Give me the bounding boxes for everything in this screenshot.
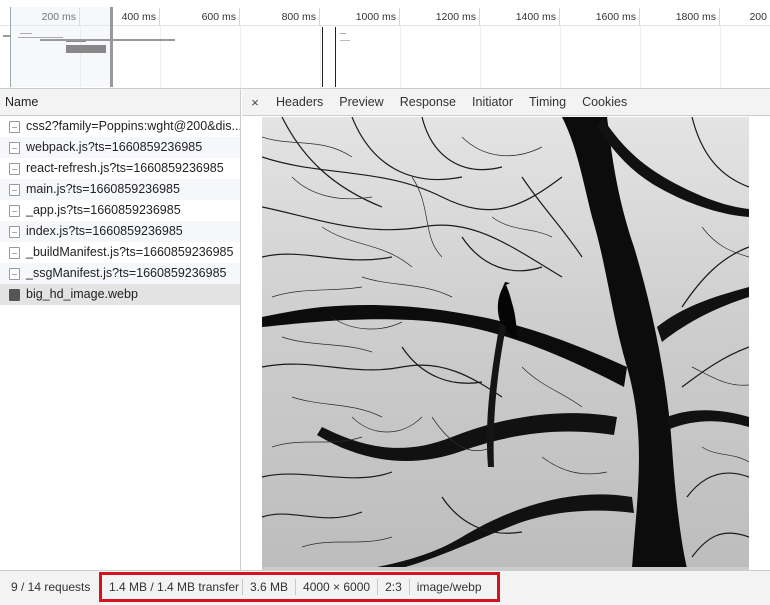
waterfall-bar [340,40,350,41]
request-name: _buildManifest.js?ts=1660859236985 [26,245,234,259]
network-overview-timeline[interactable]: 200 ms 400 ms 600 ms 800 ms 1000 ms 1200… [0,0,770,89]
request-name: index.js?ts=1660859236985 [26,224,183,238]
tick-label: 1200 ms [400,8,480,26]
waterfall-bar [18,37,63,38]
request-name: _app.js?ts=1660859236985 [26,203,181,217]
aspect-ratio: 2:3 [378,579,410,595]
request-row[interactable]: css2?family=Poppins:wght@200&dis... [0,116,240,137]
tick-label: 1600 ms [560,8,640,26]
grid-line [640,26,641,88]
tick-label: 800 ms [240,8,320,26]
request-row[interactable]: index.js?ts=1660859236985 [0,221,240,242]
mime-type: image/webp [416,580,482,594]
image-dimensions: 4000 × 6000 [296,579,379,595]
transferred-size: 1.4 MB / 1.4 MB transfer [102,579,243,595]
request-name: _ssgManifest.js?ts=1660859236985 [26,266,227,280]
request-name: main.js?ts=1660859236985 [26,182,180,196]
file-icon [9,163,20,175]
waterfall-bar [340,33,346,34]
timeline-ruler: 200 ms 400 ms 600 ms 800 ms 1000 ms 1200… [0,8,770,26]
load-event-line [335,27,336,87]
image-preview [262,117,749,568]
waterfall-bar [3,35,11,37]
request-count: 9 / 14 requests [11,580,91,594]
status-bar: 9 / 14 requests 1.4 MB / 1.4 MB transfer… [0,570,770,605]
grid-line [320,26,321,88]
request-name: react-refresh.js?ts=1660859236985 [26,161,224,175]
tick-label: 1800 ms [640,8,720,26]
close-icon[interactable]: × [242,95,268,110]
tree-silhouette-image [262,117,749,568]
tick-label: 200 [749,11,767,23]
file-icon [9,142,20,154]
request-row[interactable]: webpack.js?ts=1660859236985 [0,137,240,158]
request-row[interactable]: _buildManifest.js?ts=1660859236985 [0,242,240,263]
tick-label: 1000 ms [320,8,400,26]
request-row[interactable]: react-refresh.js?ts=1660859236985 [0,158,240,179]
tab-timing[interactable]: Timing [521,89,574,116]
grid-line [160,26,161,88]
request-name: css2?family=Poppins:wght@200&dis... [26,119,240,133]
file-icon [9,184,20,196]
tab-initiator[interactable]: Initiator [464,89,521,116]
tab-headers[interactable]: Headers [268,89,331,116]
file-icon [9,268,20,280]
waterfall-bar [66,45,106,53]
request-list: Name css2?family=Poppins:wght@200&dis...… [0,89,241,570]
tab-cookies[interactable]: Cookies [574,89,635,116]
waterfall-bar [20,33,32,34]
grid-line [480,26,481,88]
request-name: big_hd_image.webp [26,287,138,301]
grid-line [400,26,401,88]
tab-response[interactable]: Response [392,89,464,116]
grid-line [560,26,561,88]
request-detail-panel: × Headers Preview Response Initiator Tim… [242,89,770,570]
waterfall-bar [66,41,86,42]
dom-content-loaded-line [322,27,323,87]
request-name: webpack.js?ts=1660859236985 [26,140,203,154]
request-row[interactable]: _ssgManifest.js?ts=1660859236985 [0,263,240,284]
detail-tab-bar: × Headers Preview Response Initiator Tim… [242,89,770,116]
file-icon [9,121,20,133]
request-row[interactable]: _app.js?ts=1660859236985 [0,200,240,221]
request-row[interactable]: main.js?ts=1660859236985 [0,179,240,200]
file-icon [9,226,20,238]
resource-size: 3.6 MB [243,579,297,595]
waterfall-bar [40,39,175,41]
highlighted-summary: 1.4 MB / 1.4 MB transfer 3.6 MB 4000 × 6… [99,572,500,602]
name-column-header[interactable]: Name [0,89,240,116]
grid-line [720,26,721,88]
image-file-icon [9,289,20,301]
file-icon [9,205,20,217]
grid-line [240,26,241,88]
tick-label: 1400 ms [480,8,560,26]
file-icon [9,247,20,259]
request-row-selected[interactable]: big_hd_image.webp [0,284,240,305]
tick-label: 600 ms [160,8,240,26]
tab-preview[interactable]: Preview [331,89,391,116]
